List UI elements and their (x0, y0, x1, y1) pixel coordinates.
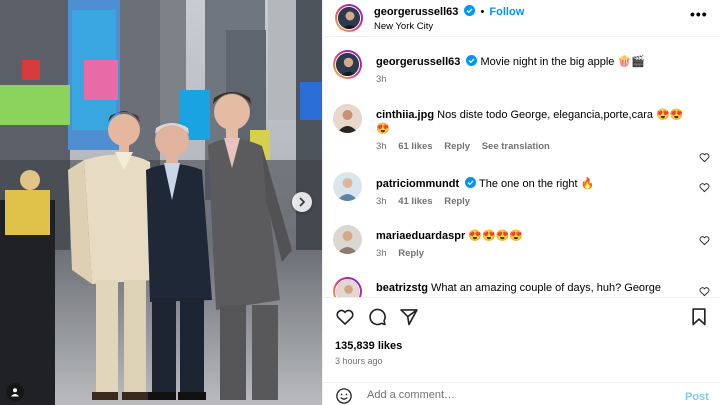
comment-icon[interactable] (367, 307, 387, 327)
avatar-photo (333, 225, 362, 254)
avatar-photo (333, 172, 362, 201)
comment-item: cinthiia.jpg Nos diste todo George, eleg… (323, 104, 720, 163)
commenter-avatar[interactable] (333, 277, 362, 297)
caption-username[interactable]: georgerussell63 (376, 56, 460, 68)
heart-icon[interactable] (699, 286, 710, 297)
see-translation-button[interactable]: See translation (482, 141, 550, 152)
photo-scene (0, 0, 322, 405)
chevron-right-icon (299, 197, 306, 207)
heart-icon[interactable] (335, 307, 355, 327)
post-actions: 135,839 likes 3 hours ago (323, 297, 720, 382)
comment-username[interactable]: cinthiia.jpg (376, 109, 434, 121)
user-tag-icon (11, 388, 19, 397)
tagged-users-button[interactable] (6, 383, 24, 401)
comment-text: The one on the right 🔥 (479, 178, 595, 190)
post-location[interactable]: New York City (374, 20, 524, 33)
bookmark-icon[interactable] (689, 307, 709, 327)
comment-likes[interactable]: 61 likes (398, 141, 432, 152)
avatar-photo (336, 53, 359, 76)
comment-text: 😍😍😍😍 (468, 230, 524, 242)
verified-badge-icon (464, 5, 476, 16)
avatar-photo (336, 280, 359, 297)
comment-time: 3h (376, 196, 387, 207)
caption-text: Movie night in the big apple 🍿🎬 (480, 56, 645, 68)
comment-text: What an amazing couple of days, huh? Geo… (431, 282, 661, 294)
caption-avatar[interactable] (333, 50, 362, 79)
commenter-avatar[interactable] (333, 172, 362, 201)
header-separator: • (480, 6, 485, 18)
paper-plane-icon[interactable] (399, 307, 419, 327)
emoji-icon[interactable] (335, 387, 353, 405)
heart-icon[interactable] (699, 182, 710, 193)
post-sidebar: georgerussell63 • Follow New York City •… (322, 0, 720, 405)
author-username[interactable]: georgerussell63 (374, 6, 458, 18)
comment-input[interactable] (367, 389, 657, 401)
comments-list[interactable]: georgerussell63 Movie night in the big a… (323, 38, 720, 297)
reply-button[interactable]: Reply (444, 141, 470, 152)
caption-time: 3h (376, 74, 387, 85)
more-options-icon[interactable]: ••• (690, 6, 708, 22)
comment-item: beatrizstg What an amazing couple of day… (323, 277, 720, 297)
add-comment-bar: Post (323, 382, 720, 405)
verified-badge-icon (466, 55, 478, 66)
heart-icon[interactable] (699, 235, 710, 246)
verified-badge-icon (465, 177, 477, 188)
comment-username[interactable]: beatrizstg (376, 282, 428, 294)
heart-icon[interactable] (699, 152, 710, 163)
post-comment-button[interactable]: Post (685, 391, 709, 403)
author-avatar[interactable] (335, 4, 363, 32)
header-text: georgerussell63 • Follow New York City (374, 5, 524, 33)
reply-button[interactable]: Reply (398, 248, 424, 259)
comment-username[interactable]: patriciommundt (376, 178, 459, 190)
likes-count[interactable]: 135,839 likes (335, 340, 402, 352)
post-caption: georgerussell63 Movie night in the big a… (323, 50, 720, 90)
comment-item: mariaeduardaspr 😍😍😍😍 3h Reply (323, 225, 720, 265)
next-photo-button[interactable] (292, 192, 312, 212)
reply-button[interactable]: Reply (444, 196, 470, 207)
post-photo[interactable] (0, 0, 322, 405)
avatar-photo (333, 104, 362, 133)
post-timestamp[interactable]: 3 hours ago (335, 356, 383, 366)
follow-button[interactable]: Follow (489, 6, 524, 18)
comment-likes[interactable]: 41 likes (398, 196, 432, 207)
commenter-avatar[interactable] (333, 104, 362, 133)
comment-time: 3h (376, 248, 387, 259)
comment-item: patriciommundt The one on the right 🔥 3h… (323, 172, 720, 212)
avatar-photo (338, 7, 360, 29)
post-header: georgerussell63 • Follow New York City •… (323, 0, 720, 37)
comment-time: 3h (376, 141, 387, 152)
comment-username[interactable]: mariaeduardaspr (376, 230, 465, 242)
commenter-avatar[interactable] (333, 225, 362, 254)
